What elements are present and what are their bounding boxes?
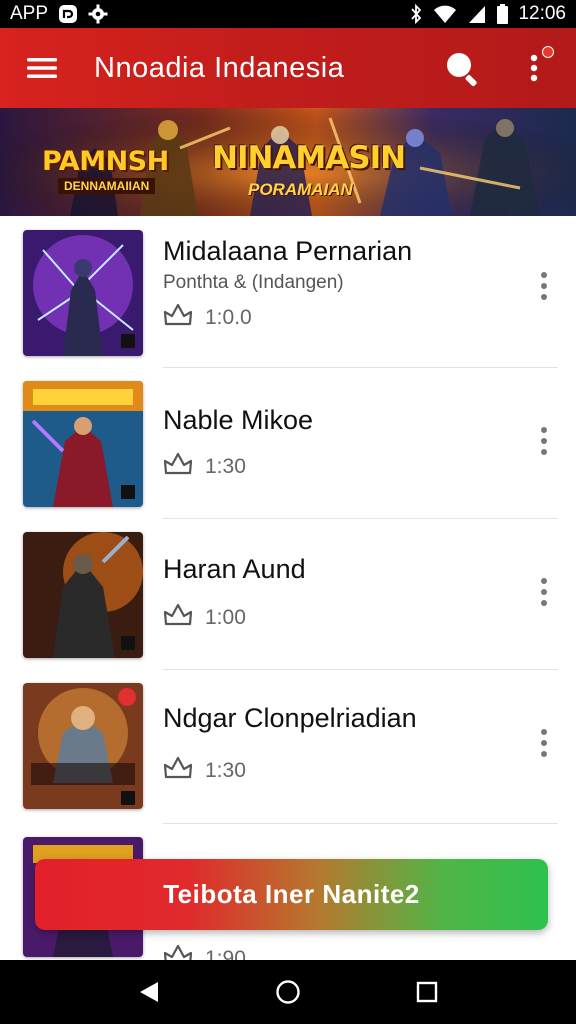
item-meta-value: 1:00 bbox=[205, 606, 246, 629]
crown-icon bbox=[163, 755, 193, 787]
item-thumbnail bbox=[23, 683, 143, 809]
list-item[interactable]: Midalaana Pernarian Ponthta & (Indangen)… bbox=[0, 216, 576, 368]
home-icon[interactable] bbox=[264, 968, 312, 1016]
back-icon[interactable] bbox=[125, 968, 173, 1016]
app-title: Nnoadia Indanesia bbox=[94, 51, 345, 84]
item-title: Haran Aund bbox=[163, 554, 306, 584]
recents-icon[interactable] bbox=[403, 968, 451, 1016]
banner-right-subtitle: PORAMAIAN bbox=[248, 180, 353, 199]
search-icon[interactable] bbox=[440, 46, 484, 90]
item-thumbnail bbox=[23, 532, 143, 658]
item-more-icon[interactable] bbox=[532, 723, 556, 763]
item-meta: 1:30 bbox=[163, 755, 246, 787]
banner-right-title: NINAMASIN bbox=[212, 140, 406, 176]
wifi-icon bbox=[433, 4, 457, 24]
item-title: Midalaana Pernarian bbox=[163, 236, 413, 266]
item-meta: 1:0.0 bbox=[163, 302, 252, 334]
item-meta-value: 1:30 bbox=[205, 455, 246, 478]
app-bar: Nnoadia Indanesia bbox=[0, 28, 576, 108]
list-item[interactable]: Ndgar Clonpelriadian 1:30 bbox=[0, 669, 576, 824]
item-meta-value: 1:0.0 bbox=[205, 306, 252, 329]
crown-icon bbox=[163, 302, 193, 334]
item-more-icon[interactable] bbox=[532, 572, 556, 612]
item-title: Nable Mikoe bbox=[163, 405, 314, 435]
settings-gear-icon bbox=[88, 4, 108, 24]
item-more-icon[interactable] bbox=[532, 266, 556, 306]
signal-icon bbox=[467, 4, 487, 24]
item-more-icon[interactable] bbox=[532, 421, 556, 461]
item-thumbnail bbox=[23, 381, 143, 507]
list-item[interactable]: Nable Mikoe 1:30 bbox=[0, 367, 576, 519]
notification-dot bbox=[542, 46, 554, 58]
banner-left-subtitle: DENNAMAIIAN bbox=[58, 178, 156, 194]
item-meta: 1:30 bbox=[163, 451, 246, 483]
status-time: 12:06 bbox=[518, 3, 566, 24]
hero-banner[interactable]: PAMNSH DENNAMAIIAN NINAMASIN PORAMAIAN bbox=[0, 108, 576, 216]
notification-icon bbox=[58, 4, 78, 24]
status-app-label: APP bbox=[10, 3, 49, 24]
system-nav-bar bbox=[0, 960, 576, 1024]
list-item[interactable]: Haran Aund 1:00 bbox=[0, 518, 576, 670]
bluetooth-icon bbox=[409, 4, 423, 24]
more-vert-icon[interactable] bbox=[512, 46, 556, 90]
primary-cta-button[interactable]: Teibota Iner Nanite2 bbox=[35, 859, 548, 930]
crown-icon bbox=[163, 451, 193, 483]
battery-icon bbox=[497, 4, 509, 24]
menu-icon[interactable] bbox=[20, 46, 64, 90]
banner-left-title: PAMNSH bbox=[42, 146, 169, 177]
item-thumbnail bbox=[23, 230, 143, 356]
item-title: Ndgar Clonpelriadian bbox=[163, 703, 417, 733]
item-meta: 1:00 bbox=[163, 602, 246, 634]
item-subtitle: Ponthta & (Indangen) bbox=[163, 272, 344, 293]
crown-icon bbox=[163, 602, 193, 634]
item-meta-value: 1:30 bbox=[205, 759, 246, 782]
status-bar: APP 12:06 bbox=[0, 0, 576, 28]
